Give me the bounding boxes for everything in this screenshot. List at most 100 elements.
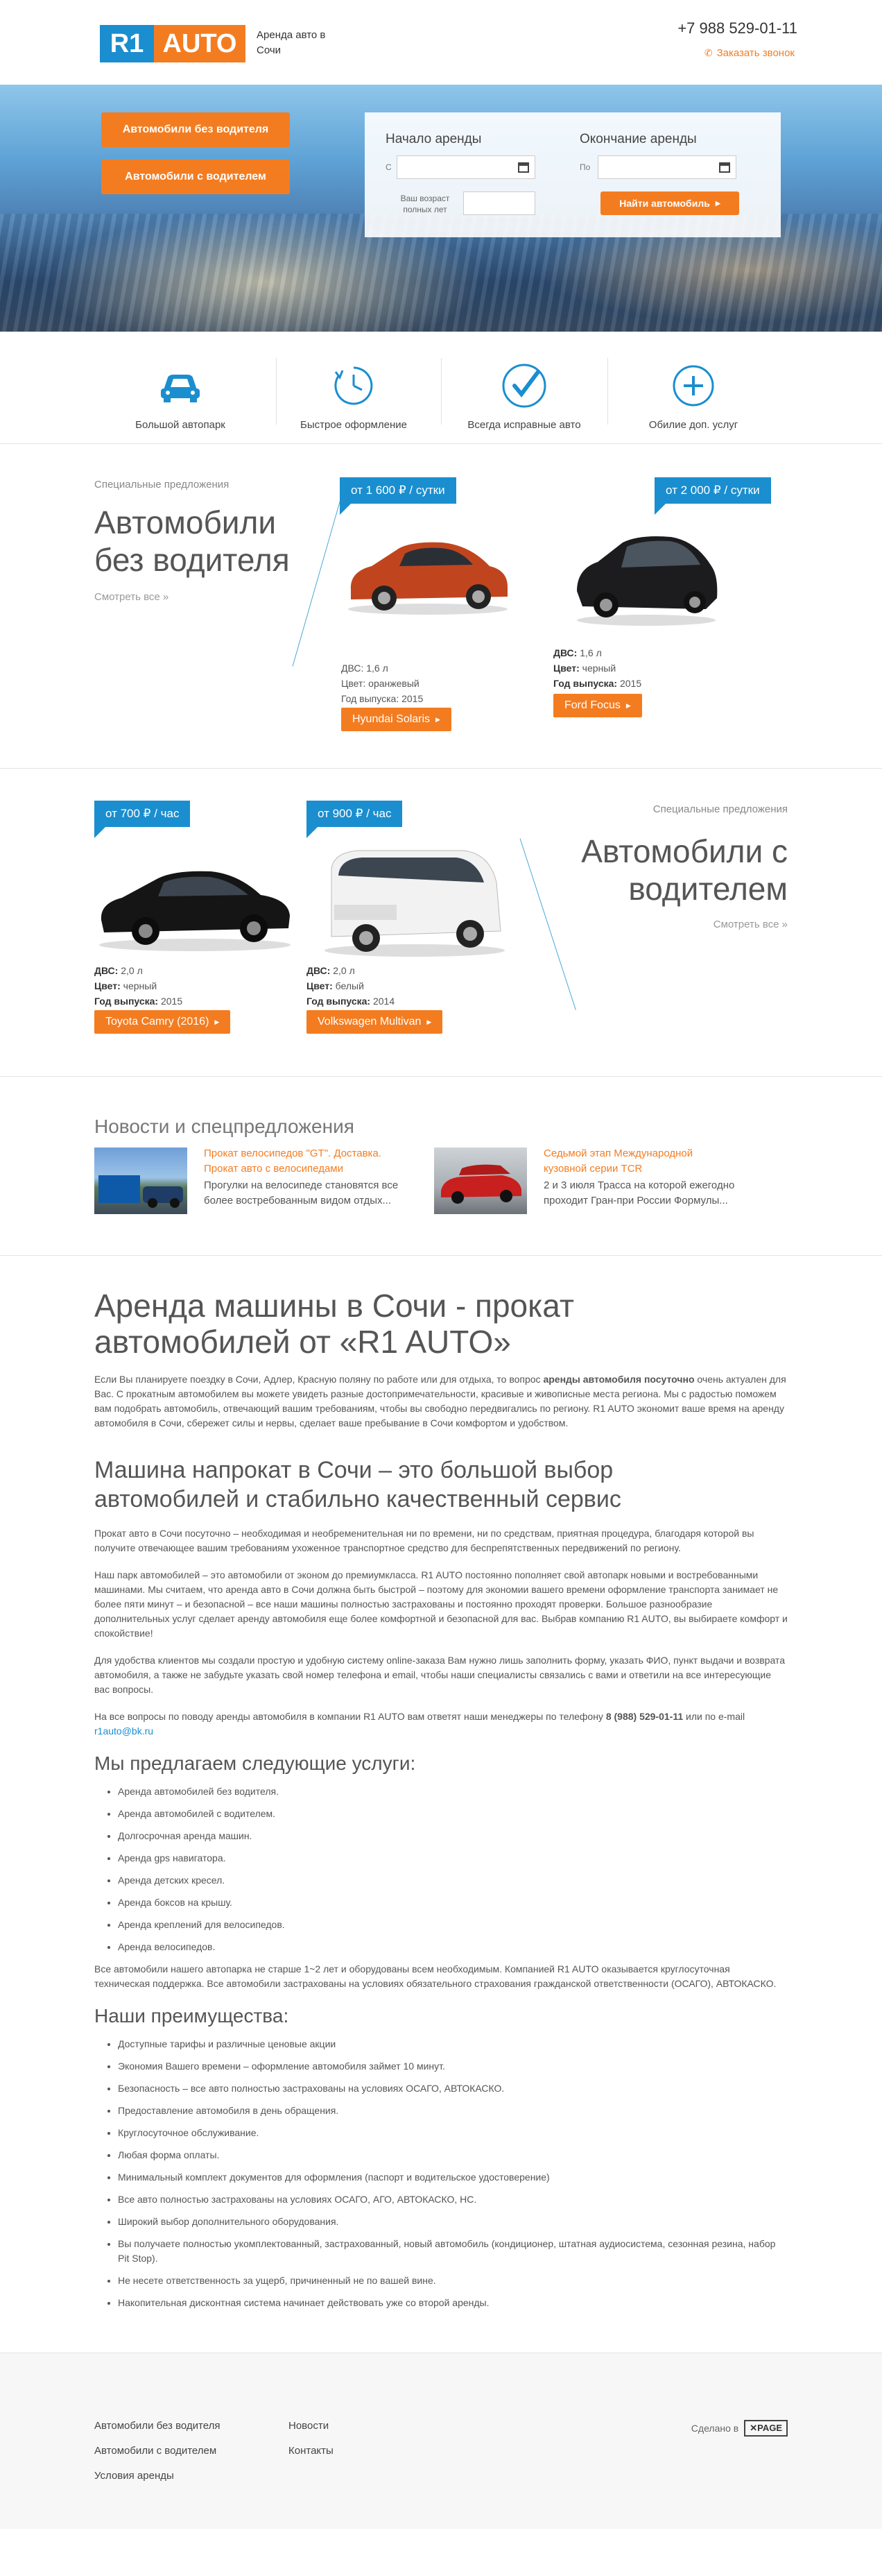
header-phone[interactable]: +7 988 529-01-11: [677, 19, 797, 37]
article-paragraph: На все вопросы по поводу аренды автомоби…: [94, 1709, 788, 1739]
offer-subtitle: Специальные предложения: [94, 479, 230, 491]
article-title: Аренда машины в Сочи - прокат автомобиле…: [94, 1288, 574, 1360]
car-image-vw-multivan[interactable]: [318, 841, 512, 961]
spec-engine: 2,0 л: [333, 965, 355, 976]
arrow-right-icon: ▶: [435, 715, 440, 723]
made-by-label: Сделано в: [691, 2423, 739, 2434]
spec-engine: 1,6 л: [366, 663, 388, 674]
article-paragraph: Прокат авто в Сочи посуточно – необходим…: [94, 1528, 754, 1553]
spec-year: 2015: [160, 996, 183, 1007]
made-brand: PAGE: [757, 2423, 782, 2433]
offer-title: Автомобили без водителя: [94, 504, 290, 578]
calendar-icon[interactable]: [719, 162, 730, 173]
car-image-hyundai-solaris[interactable]: [341, 527, 514, 620]
site-header: R1 AUTO Аренда авто в Сочи +7 988 529-01…: [0, 0, 882, 85]
article-paragraph: Наш парк автомобилей – это автомобили от…: [94, 1569, 788, 1639]
from-prefix: С: [386, 162, 392, 172]
news-title-link[interactable]: Седьмой этап Международной кузовной сери…: [544, 1146, 731, 1177]
list-item: Широкий выбор дополнительного оборудован…: [118, 2215, 788, 2229]
feature-label: Всегда исправные авто: [467, 419, 581, 431]
spec-year: 2015: [401, 693, 424, 704]
list-item: Вы получаете полностью укомплектованный,…: [118, 2237, 788, 2266]
spec-year: 2015: [619, 678, 642, 689]
made-by[interactable]: Сделано в ✕PAGE: [691, 2420, 788, 2437]
text-fragment: или по e-mail: [683, 1711, 745, 1722]
plus-icon: [668, 361, 718, 411]
text-bold: аренды автомобиля посуточно: [543, 1374, 695, 1385]
feature-fast: Быстрое оформление: [270, 361, 437, 431]
offer-subtitle: Специальные предложения: [652, 803, 788, 815]
checkmark-icon: [499, 361, 549, 411]
footer-link-terms[interactable]: Условия аренды: [94, 2470, 174, 2482]
car-button-label: Volkswagen Multivan: [318, 1016, 422, 1027]
car-button-hyundai-solaris[interactable]: Hyundai Solaris ▶: [341, 708, 451, 731]
car-button-ford-focus[interactable]: Ford Focus ▶: [553, 694, 642, 717]
car-image-ford-focus[interactable]: [570, 524, 723, 631]
callback-label: Заказать звонок: [716, 47, 795, 59]
list-item: Экономия Вашего времени – оформление авт…: [118, 2059, 788, 2074]
calendar-icon[interactable]: [518, 162, 529, 173]
find-car-button[interactable]: Найти автомобиль ▶: [600, 191, 739, 215]
car-button-vw-multivan[interactable]: Volkswagen Multivan ▶: [306, 1010, 443, 1034]
seo-article: Аренда машины в Сочи - прокат автомобиле…: [0, 1256, 882, 2353]
footer-link-no-driver[interactable]: Автомобили без водителя: [94, 2420, 220, 2432]
with-driver-button[interactable]: Автомобили с водителем: [101, 160, 290, 194]
car-image-toyota-camry[interactable]: [94, 851, 295, 957]
spec-color: белый: [335, 980, 364, 991]
advantages-list: Доступные тарифы и различные ценовые акц…: [94, 2037, 788, 2310]
arrow-right-icon: ▶: [715, 199, 720, 207]
list-item: Аренда детских кресел.: [118, 1873, 788, 1888]
spec-label: Цвет:: [306, 980, 333, 991]
email-link[interactable]: r1auto@bk.ru: [94, 1725, 153, 1737]
spec-label: Год выпуска:: [553, 678, 618, 689]
spec-label: Год выпуска:: [306, 996, 371, 1007]
list-item: Аренда креплений для велосипедов.: [118, 1918, 788, 1932]
end-date-input[interactable]: [598, 155, 736, 179]
price-tag: от 1 600 ₽ / сутки: [340, 477, 456, 515]
article-paragraph: Для удобства клиентов мы создали простую…: [94, 1655, 785, 1695]
car-button-toyota-camry[interactable]: Toyota Camry (2016) ▶: [94, 1010, 231, 1034]
services-heading: Мы предлагаем следующие услуги:: [94, 1752, 416, 1774]
car-specs: ДВС: 1,6 л Цвет: черный Год выпуска: 201…: [553, 645, 641, 691]
spec-label: ДВС:: [341, 663, 364, 674]
car-button-label: Ford Focus: [564, 699, 621, 711]
article-paragraph: Все автомобили нашего автопарка не старш…: [94, 1963, 777, 1989]
footer-link-contacts[interactable]: Контакты: [288, 2445, 334, 2457]
see-all-link[interactable]: Смотреть все »: [94, 591, 168, 603]
news-image-bikes[interactable]: [94, 1148, 187, 1214]
no-driver-button[interactable]: Автомобили без водителя: [101, 112, 290, 147]
find-car-label: Найти автомобиль: [619, 198, 710, 209]
feature-extras: Обилие доп. услуг: [610, 361, 777, 431]
callback-link[interactable]: ✆ Заказать звонок: [704, 47, 795, 59]
age-input[interactable]: [463, 191, 535, 215]
services-list: Аренда автомобилей без водителя. Аренда …: [94, 1784, 788, 1954]
list-item: Долгосрочная аренда машин.: [118, 1829, 788, 1843]
footer-link-with-driver[interactable]: Автомобили с водителем: [94, 2445, 216, 2457]
spec-label: Цвет:: [94, 980, 121, 991]
list-item: Аренда автомобилей с водителем.: [118, 1807, 788, 1821]
arrow-right-icon: ▶: [625, 701, 631, 709]
to-prefix: По: [580, 162, 591, 172]
spec-label: ДВС:: [306, 965, 331, 976]
price-tag: от 900 ₽ / час: [306, 801, 403, 838]
list-item: Накопительная дисконтная система начинае…: [118, 2296, 788, 2310]
spec-engine: 2,0 л: [121, 965, 143, 976]
clock-icon: [329, 361, 379, 411]
feature-label: Большой автопарк: [135, 419, 225, 431]
news-title-link[interactable]: Прокат велосипедов "GT". Доставка. Прока…: [204, 1146, 391, 1177]
site-footer: Автомобили без водителя Автомобили с вод…: [0, 2353, 882, 2529]
features-strip: Большой автопарк Быстрое оформление Всег…: [0, 332, 882, 444]
logo[interactable]: R1 AUTO: [100, 25, 245, 62]
footer-link-news[interactable]: Новости: [288, 2420, 329, 2432]
article-paragraph: Если Вы планируете поездку в Сочи, Адлер…: [94, 1372, 788, 1431]
see-all-link[interactable]: Смотреть все »: [714, 919, 788, 930]
car-specs: ДВС: 1,6 л Цвет: оранжевый Год выпуска: …: [341, 660, 423, 706]
logo-r1: R1: [100, 25, 154, 62]
news-image-tcr[interactable]: [434, 1148, 527, 1214]
xpage-logo: ✕PAGE: [744, 2420, 788, 2437]
start-date-input[interactable]: [397, 155, 535, 179]
feature-label: Обилие доп. услуг: [648, 419, 738, 431]
spec-label: ДВС:: [94, 965, 119, 976]
text-fragment: На все вопросы по поводу аренды автомоби…: [94, 1711, 606, 1722]
list-item: Аренда боксов на крышу.: [118, 1895, 788, 1910]
